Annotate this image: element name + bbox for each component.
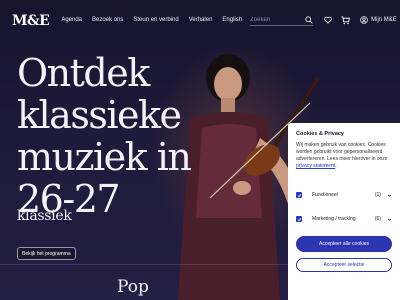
cookie-option-marketing[interactable]: Marketing / tracking (6) bbox=[296, 212, 392, 226]
hero-headline: Ontdek klassieke muziek in 26-27 klassie… bbox=[17, 52, 217, 223]
heart-icon[interactable] bbox=[323, 16, 332, 25]
nav-links: Agenda Bezoek ons Steun en verbind Verha… bbox=[61, 17, 242, 23]
nav-link-steun-en-verbind[interactable]: Steun en verbind bbox=[133, 17, 178, 23]
brand-logo[interactable]: M&E bbox=[12, 13, 50, 29]
accept-selection-button[interactable]: Accepteer selectie bbox=[296, 258, 392, 272]
chevron-down-icon[interactable] bbox=[387, 217, 392, 222]
option-label: Marketing / tracking bbox=[312, 216, 356, 222]
headline-line: Ontdek bbox=[17, 51, 150, 95]
cart-icon[interactable] bbox=[341, 15, 351, 25]
option-count: (1) bbox=[374, 192, 381, 198]
chevron-down-icon[interactable] bbox=[387, 193, 392, 198]
accept-all-cookies-button[interactable]: Accepteer alle cookies bbox=[296, 236, 392, 252]
search-bar bbox=[250, 14, 314, 26]
search-icon[interactable] bbox=[304, 15, 313, 24]
nav-icons: Mijn M&E bbox=[323, 15, 397, 25]
nav-link-bezoek-ons[interactable]: Bezoek ons bbox=[92, 17, 123, 23]
user-icon bbox=[359, 16, 368, 25]
option-count: (6) bbox=[374, 216, 381, 222]
cookie-text: Wij maken gebruik van cookies. Cookies w… bbox=[296, 142, 388, 162]
checkbox-checked-icon[interactable] bbox=[296, 192, 302, 198]
nav-link-verhalen[interactable]: Verhalen bbox=[189, 17, 213, 23]
cookie-options: Functioneel (1) Marketing / tracking (6) bbox=[296, 188, 392, 226]
cookie-dialog: Cookies & Privacy Wij maken gebruik van … bbox=[288, 123, 400, 300]
program-button[interactable]: Bekijk het programma bbox=[17, 247, 76, 260]
top-navigation: M&E Agenda Bezoek ons Steun en verbind V… bbox=[0, 0, 400, 40]
privacy-statement-link[interactable]: privacy statement bbox=[296, 163, 335, 169]
headline-line: klassieke bbox=[17, 93, 182, 137]
cookie-title: Cookies & Privacy bbox=[296, 131, 344, 137]
account-label: Mijn M&E bbox=[371, 17, 397, 23]
nav-link-agenda[interactable]: Agenda bbox=[61, 17, 82, 23]
account-link[interactable]: Mijn M&E bbox=[359, 16, 397, 25]
search-input[interactable] bbox=[250, 16, 305, 23]
nav-link-english[interactable]: English bbox=[222, 17, 242, 23]
section-heading: Pop bbox=[117, 277, 149, 297]
option-label: Functioneel bbox=[312, 192, 338, 198]
cookie-text-end: . bbox=[335, 163, 337, 169]
cookie-description: Wij maken gebruik van cookies. Cookies w… bbox=[296, 142, 392, 170]
cookie-option-functional[interactable]: Functioneel (1) bbox=[296, 188, 392, 202]
checkbox-checked-icon[interactable] bbox=[296, 216, 302, 222]
headline-line: muziek in bbox=[17, 135, 192, 179]
